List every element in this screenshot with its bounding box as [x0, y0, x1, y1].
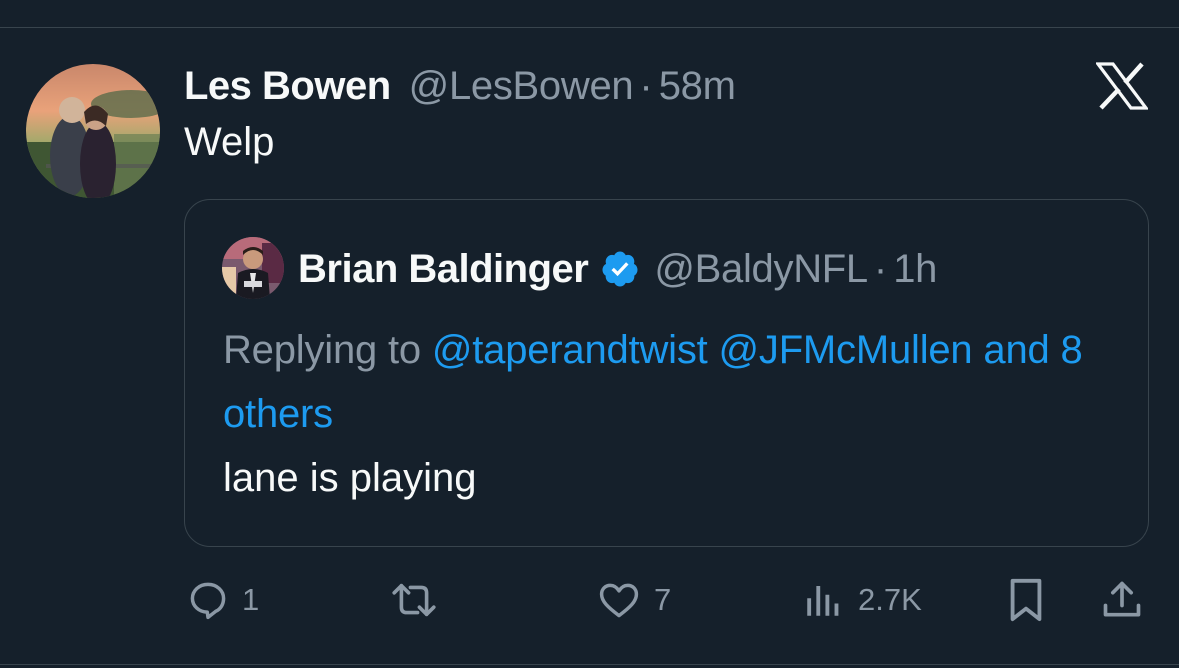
- top-divider: [0, 27, 1179, 28]
- repost-icon: [392, 583, 436, 617]
- quoted-author-avatar-image: [222, 237, 284, 299]
- quoted-separator-dot: ·: [873, 246, 888, 291]
- quoted-author-handle[interactable]: @BaldyNFL: [654, 247, 868, 292]
- author-avatar[interactable]: [26, 64, 160, 198]
- quoted-timestamp[interactable]: 1h: [893, 247, 937, 292]
- quoted-tweet-card[interactable]: Brian Baldinger @BaldyNFL · 1h Replying …: [184, 199, 1149, 547]
- quoted-tweet-text: lane is playing: [223, 456, 477, 500]
- tweet-timestamp[interactable]: 58m: [659, 64, 736, 109]
- separator-dot: ·: [639, 63, 653, 108]
- author-avatar-image: [26, 64, 160, 198]
- tweet-screenshot: Les Bowen @LesBowen · 58m Welp Brian Bal…: [0, 0, 1179, 668]
- quoted-author-avatar[interactable]: [222, 237, 284, 299]
- view-count: 2.7K: [858, 582, 922, 617]
- replying-to-line: Replying to @taperandtwist @JFMcMullen a…: [223, 318, 1123, 446]
- share-button[interactable]: [1100, 578, 1144, 622]
- verified-badge-icon: [602, 251, 638, 287]
- reply-count: 1: [242, 582, 260, 617]
- author-name[interactable]: Les Bowen: [184, 64, 391, 109]
- quoted-author-name[interactable]: Brian Baldinger: [298, 247, 589, 292]
- views-button[interactable]: 2.7K: [802, 578, 922, 622]
- heart-icon: [599, 583, 639, 618]
- views-chart-icon: [807, 586, 839, 616]
- x-logo-icon: [1094, 62, 1150, 110]
- reply-button[interactable]: 1: [186, 578, 259, 622]
- mention-link[interactable]: @JFMcMullen: [718, 328, 972, 372]
- tweet-header: Les Bowen @LesBowen · 58m: [184, 62, 736, 110]
- like-button[interactable]: 7: [596, 578, 671, 622]
- bookmark-icon: [1010, 578, 1042, 622]
- quoted-header: Brian Baldinger @BaldyNFL · 1h: [298, 244, 937, 294]
- mention-link[interactable]: @taperandtwist: [432, 328, 708, 372]
- repost-button[interactable]: [387, 578, 453, 622]
- replying-to-label: Replying to: [223, 328, 421, 372]
- bookmark-button[interactable]: [1006, 578, 1046, 622]
- tweet-text: Welp: [184, 120, 275, 164]
- author-handle[interactable]: @LesBowen: [409, 64, 634, 109]
- bottom-divider: [0, 664, 1179, 665]
- like-count: 7: [654, 582, 672, 617]
- share-icon: [1103, 581, 1141, 617]
- reply-icon: [190, 582, 226, 620]
